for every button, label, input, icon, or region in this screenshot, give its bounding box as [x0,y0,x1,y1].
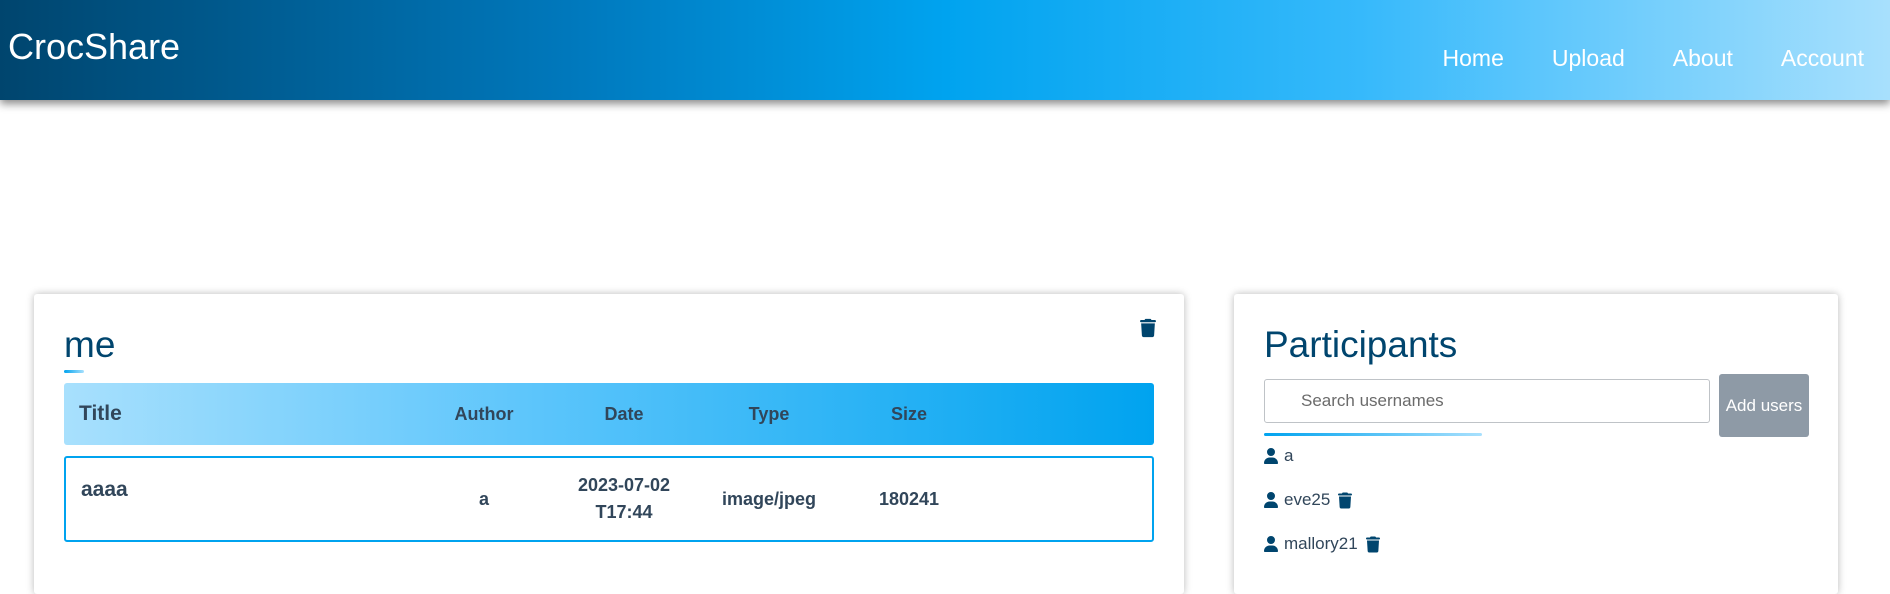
file-date: 2023-07-02T17:44 [569,458,679,540]
participants-list: a eve25 mallory21 [1264,446,1380,578]
remove-participant-trash-icon[interactable] [1338,492,1353,509]
file-size: 180241 [878,488,940,509]
participant-item: eve25 [1264,490,1380,510]
file-date-text: 2023-07-02T17:44 [577,475,671,522]
participant-name: a [1284,446,1294,465]
delete-folder-trash-icon[interactable] [1140,318,1156,338]
main-nav: Home Upload About Account [1443,44,1864,72]
add-users-button[interactable]: Add users [1719,374,1809,437]
files-table-header: Title Author Date Type Size [64,383,1154,445]
file-title: aaaa [81,478,128,501]
folder-title: me [64,324,116,365]
participants-title: Participants [1264,324,1458,365]
search-underline [1264,433,1482,436]
column-header-title: Title [79,402,122,425]
nav-home-link[interactable]: Home [1443,44,1504,72]
top-navbar: CrocShare Home Upload About Account [0,0,1890,100]
column-header-size: Size [890,403,928,424]
file-author: a [478,488,489,509]
user-icon [1264,536,1278,552]
file-row[interactable]: aaaa a 2023-07-02T17:44 image/jpeg 18024… [64,456,1154,542]
column-header-type: Type [748,403,790,424]
nav-about-link[interactable]: About [1673,44,1733,72]
file-type: image/jpeg [721,488,817,509]
brand-logo[interactable]: CrocShare [8,26,180,68]
nav-upload-link[interactable]: Upload [1552,44,1625,72]
participant-name: mallory21 [1284,534,1358,553]
participant-item: mallory21 [1264,534,1380,554]
column-header-date: Date [604,403,644,424]
participant-item: a [1264,446,1380,466]
column-header-author: Author [454,403,514,424]
search-usernames-input[interactable] [1264,379,1710,423]
remove-participant-trash-icon[interactable] [1365,536,1380,553]
user-icon [1264,492,1278,508]
participant-name: eve25 [1284,490,1331,509]
user-icon [1264,448,1278,464]
title-underline [64,370,84,373]
nav-account-link[interactable]: Account [1781,44,1864,72]
folder-card: me Title Author Date Type Size aaaa a 20… [34,294,1184,594]
participants-card: Participants Add users a eve25 mallory21 [1234,294,1838,594]
